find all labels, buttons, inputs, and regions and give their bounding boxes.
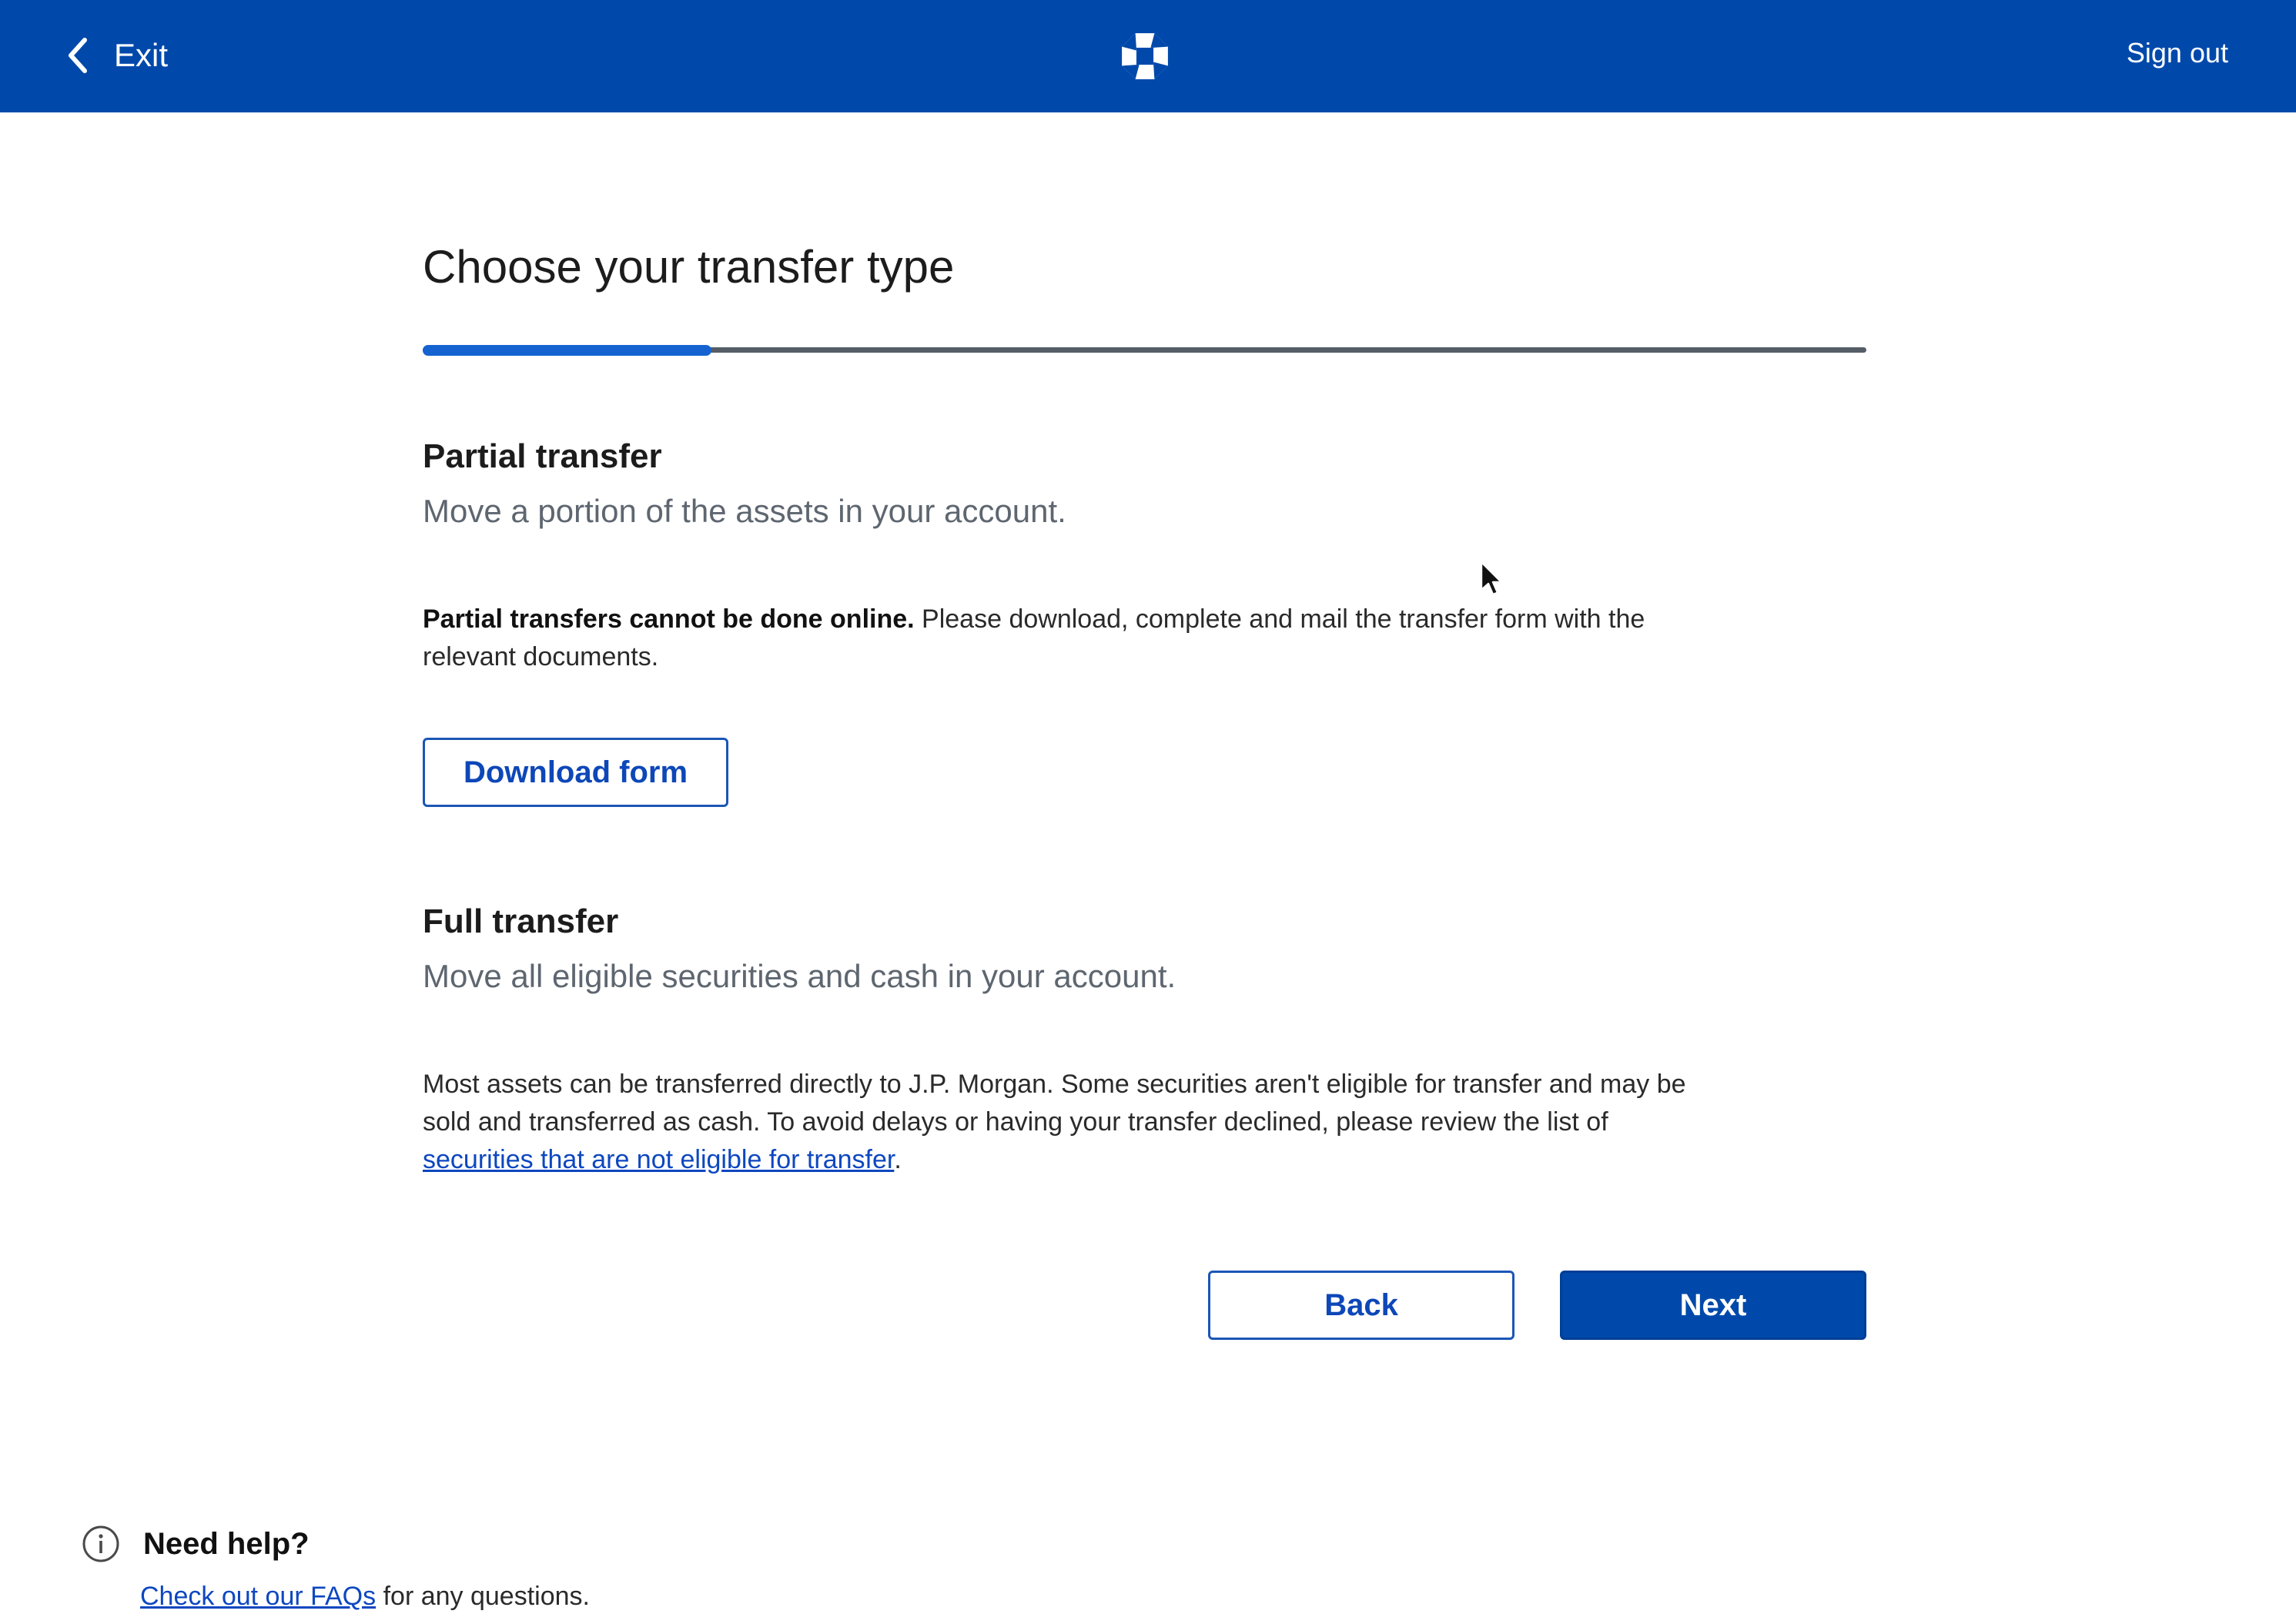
sign-out-link[interactable]: Sign out <box>2127 37 2228 69</box>
full-transfer-description: Move all eligible securities and cash in… <box>423 958 1176 994</box>
full-transfer-heading: Full transfer <box>423 902 619 940</box>
full-transfer-info: Most assets can be transferred directly … <box>423 1066 1716 1179</box>
page-title: Choose your transfer type <box>423 241 955 293</box>
back-button[interactable]: Back <box>1208 1271 1514 1340</box>
full-transfer-info-text: Most assets can be transferred directly … <box>423 1070 1686 1137</box>
progress-bar <box>423 345 1866 356</box>
chevron-left-icon <box>69 38 87 73</box>
faqs-link[interactable]: Check out our FAQs <box>140 1582 376 1611</box>
notice-bold-text: Partial transfers cannot be done online. <box>423 604 915 634</box>
info-circle-icon <box>82 1525 119 1562</box>
partial-transfer-heading: Partial transfer <box>423 437 662 475</box>
download-form-button[interactable]: Download form <box>423 738 728 807</box>
full-transfer-info-end: . <box>894 1145 902 1174</box>
chase-logo-icon <box>1122 33 1168 79</box>
ineligible-securities-link[interactable]: securities that are not eligible for tra… <box>423 1145 894 1174</box>
progress-fill <box>423 345 711 356</box>
mouse-pointer-icon <box>1480 561 1503 596</box>
exit-label: Exit <box>114 37 169 73</box>
help-text: Check out our FAQs for any questions. <box>140 1582 590 1612</box>
top-navigation-bar: Exit Sign out <box>0 0 2296 112</box>
help-title: Need help? <box>143 1526 310 1561</box>
partial-transfer-notice: Partial transfers cannot be done online.… <box>423 601 1716 676</box>
partial-transfer-description: Move a portion of the assets in your acc… <box>423 493 1066 529</box>
exit-button[interactable]: Exit <box>63 31 168 80</box>
next-button[interactable]: Next <box>1560 1271 1866 1340</box>
help-section: Need help? Check out our FAQs for any qu… <box>82 1525 590 1611</box>
help-suffix: for any questions. <box>376 1582 590 1611</box>
